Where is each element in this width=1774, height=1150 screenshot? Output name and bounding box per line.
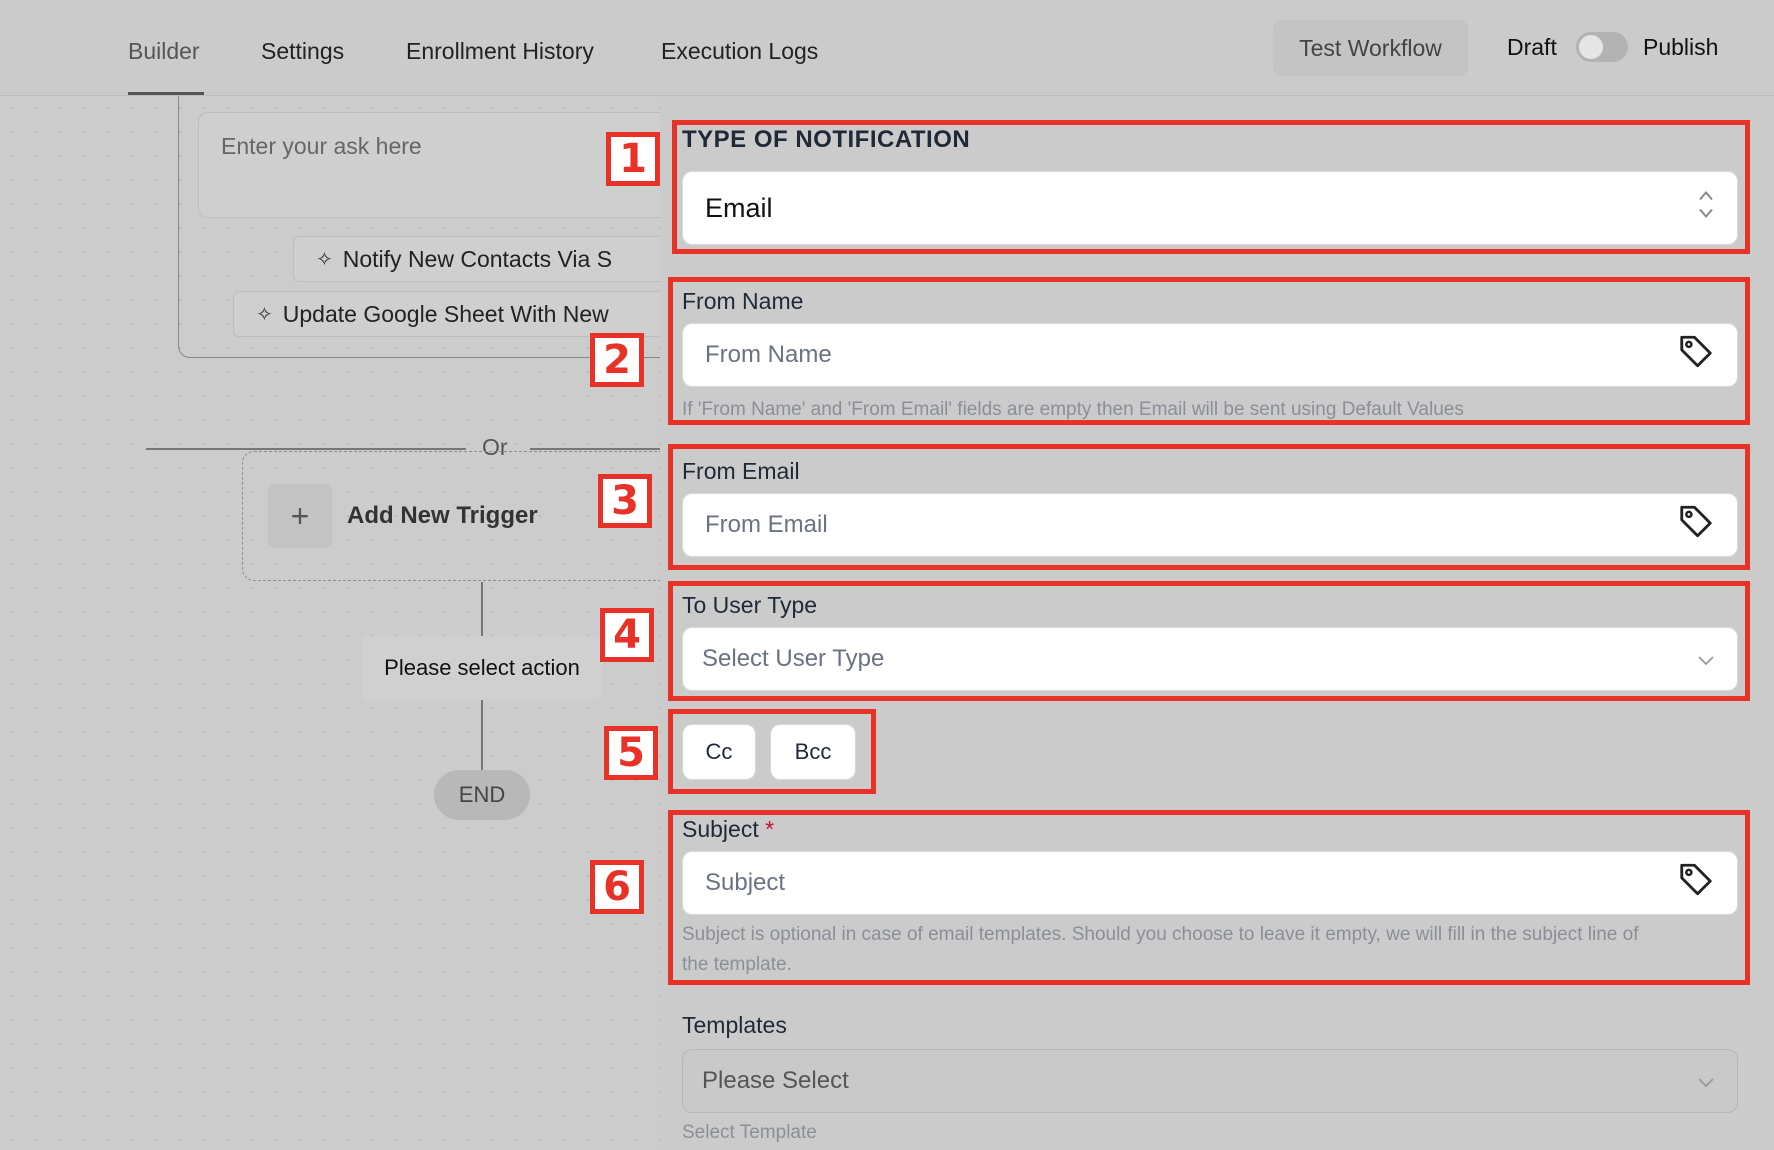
tag-icon[interactable] bbox=[1677, 861, 1715, 906]
divider bbox=[530, 448, 660, 450]
subject-placeholder: Subject bbox=[705, 869, 786, 896]
chevron-down-icon bbox=[1697, 645, 1715, 673]
type-of-notification-label: TYPE OF NOTIFICATION bbox=[682, 126, 971, 153]
connector-line bbox=[481, 700, 483, 770]
suggestion-label: Update Google Sheet With New bbox=[282, 300, 609, 327]
tag-icon[interactable] bbox=[1677, 333, 1715, 378]
sparkle-icon: ✧ bbox=[316, 248, 333, 271]
required-mark: * bbox=[765, 816, 775, 842]
to-user-type-label: To User Type bbox=[682, 592, 818, 618]
from-name-help: If 'From Name' and 'From Email' fields a… bbox=[682, 399, 1464, 420]
notification-type-select[interactable]: Email bbox=[682, 171, 1738, 245]
annotation-badge-4: 4 bbox=[600, 608, 654, 662]
connector-line bbox=[481, 582, 483, 636]
toggle-knob bbox=[1579, 35, 1603, 59]
subject-help: Subject is optional in case of email tem… bbox=[682, 920, 1742, 980]
divider bbox=[146, 448, 466, 450]
templates-help: Select Template bbox=[682, 1122, 817, 1143]
test-workflow-button[interactable]: Test Workflow bbox=[1273, 20, 1468, 76]
tag-icon[interactable] bbox=[1677, 503, 1715, 548]
suggestion-chip[interactable]: ✧ Update Google Sheet With New bbox=[233, 291, 660, 337]
active-tab-indicator bbox=[128, 92, 204, 95]
from-name-placeholder: From Name bbox=[705, 341, 832, 368]
top-bar: Builder Settings Enrollment History Exec… bbox=[0, 0, 1774, 96]
suggestion-chip[interactable]: ✧ Notify New Contacts Via S bbox=[293, 236, 660, 282]
from-email-label: From Email bbox=[682, 458, 800, 484]
tab-builder[interactable]: Builder bbox=[128, 38, 200, 65]
annotation-badge-5: 5 bbox=[604, 726, 658, 780]
chevron-down-icon bbox=[1697, 1067, 1715, 1095]
subject-input[interactable]: Subject bbox=[682, 851, 1738, 915]
sparkle-icon: ✧ bbox=[256, 303, 273, 326]
annotation-badge-6: 6 bbox=[590, 860, 644, 914]
to-user-type-select[interactable]: Select User Type bbox=[682, 627, 1738, 691]
tab-settings[interactable]: Settings bbox=[261, 38, 344, 65]
tab-execution-logs[interactable]: Execution Logs bbox=[661, 38, 818, 65]
tab-enrollment-history[interactable]: Enrollment History bbox=[406, 38, 594, 65]
end-node: END bbox=[434, 770, 530, 820]
subject-label: Subject * bbox=[682, 816, 774, 843]
bcc-button[interactable]: Bcc bbox=[770, 724, 856, 780]
cc-button[interactable]: Cc bbox=[682, 724, 756, 780]
subject-help-line: the template. bbox=[682, 954, 792, 975]
annotation-badge-2: 2 bbox=[590, 333, 644, 387]
ai-ask-input[interactable]: Enter your ask here bbox=[198, 112, 660, 218]
notification-type-value: Email bbox=[705, 192, 773, 223]
from-name-input[interactable]: From Name bbox=[682, 323, 1738, 387]
subject-label-text: Subject bbox=[682, 816, 759, 842]
from-email-input[interactable]: From Email bbox=[682, 493, 1738, 557]
add-new-trigger-label[interactable]: Add New Trigger bbox=[347, 502, 538, 530]
to-user-type-placeholder: Select User Type bbox=[702, 645, 885, 672]
publish-toggle[interactable] bbox=[1576, 32, 1628, 62]
templates-placeholder: Please Select bbox=[702, 1067, 849, 1094]
draft-label: Draft bbox=[1507, 34, 1557, 60]
suggestion-label: Notify New Contacts Via S bbox=[342, 245, 613, 272]
templates-label: Templates bbox=[682, 1012, 787, 1038]
from-name-label: From Name bbox=[682, 288, 804, 314]
plus-icon[interactable]: + bbox=[268, 484, 332, 548]
subject-help-line: Subject is optional in case of email tem… bbox=[682, 924, 1639, 945]
annotation-badge-3: 3 bbox=[598, 474, 652, 528]
select-action-node[interactable]: Please select action bbox=[362, 636, 602, 700]
publish-label: Publish bbox=[1643, 34, 1719, 60]
updown-chevron-icon bbox=[1697, 188, 1715, 229]
annotation-badge-1: 1 bbox=[606, 132, 660, 186]
from-email-placeholder: From Email bbox=[705, 511, 828, 538]
templates-select[interactable]: Please Select bbox=[682, 1049, 1738, 1113]
